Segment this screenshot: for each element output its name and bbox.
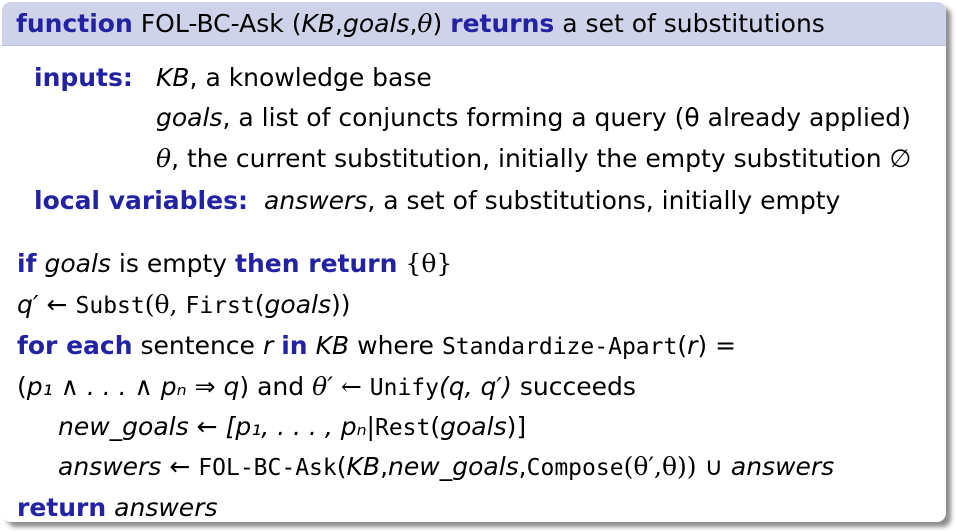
text-where: where	[357, 331, 434, 360]
input-goals: goals, a list of conjuncts forming a que…	[156, 103, 911, 133]
local-answers: answers, a set of substitutions, initial…	[264, 186, 840, 216]
var-theta: θ	[156, 144, 172, 173]
subst-args: (θ,	[144, 290, 178, 319]
comma: ,	[335, 9, 343, 38]
var-q-prime: q′	[17, 290, 39, 319]
var-r: r	[687, 331, 698, 360]
keyword-then-return: then return	[235, 249, 398, 278]
text-sentence: sentence	[140, 331, 255, 360]
fn-subst: Subst	[75, 293, 145, 319]
text-is-empty: is empty	[118, 249, 228, 278]
algorithm-box: function FOL-BC-Ask (KB, goals, θ) returns…	[2, 2, 946, 522]
paren-close: )	[432, 9, 443, 38]
comma: ,	[409, 9, 418, 38]
local-variables-label-line: local variables:	[34, 186, 248, 216]
theta-description: , the current substitution, initially th…	[171, 144, 912, 173]
paren-open: (	[291, 9, 302, 38]
function-name: FOL-BC-Ask	[140, 9, 284, 38]
code-line-1: if goals is empty then return {θ}	[17, 249, 452, 279]
param-theta: θ	[417, 9, 433, 38]
var-kb: KB	[315, 331, 350, 360]
goals-description: , a list of conjuncts forming a query (θ…	[222, 103, 911, 132]
comma: ,	[518, 452, 527, 481]
code-line-2: q′ ← Subst(θ, First(goals))	[17, 290, 351, 321]
paren-open: (	[17, 372, 27, 401]
code-line-7: return answers	[17, 493, 218, 522]
comma: ,	[380, 452, 389, 481]
code-line-5: new_goals ← [p₁, . . . , pₙ|Rest(goals)]	[58, 412, 526, 443]
var-answers: answers	[58, 452, 162, 481]
paren-close-equals: ) =	[697, 331, 737, 360]
var-goals: goals	[44, 249, 111, 278]
return-description: a set of substitutions	[562, 9, 825, 38]
input-kb: KB, a knowledge base	[156, 63, 432, 93]
var-new-goals: new_goals	[58, 412, 189, 441]
keyword-return: return	[17, 493, 107, 522]
paren-open: (	[677, 331, 688, 360]
keyword-returns: returns	[450, 9, 555, 38]
keyword-in: in	[281, 331, 308, 360]
var-answers: answers	[114, 493, 218, 522]
fn-unify: Unify	[369, 375, 440, 401]
inputs-label: inputs:	[34, 63, 133, 92]
fn-fol-bc-ask: FOL-BC-Ask	[198, 455, 337, 481]
var-kb: KB	[156, 63, 190, 92]
paren-open: (	[430, 412, 441, 441]
arrow: ←	[46, 290, 68, 319]
code-line-4: (p₁ ∧ . . . ∧ pₙ ⇒ q) and θ′ ← Unify(q, q′)…	[17, 372, 636, 403]
var-answers: answers	[730, 452, 835, 481]
var-r: r	[262, 331, 274, 360]
keyword-function: function	[16, 9, 133, 38]
var-kb: KB	[346, 452, 381, 481]
union-symbol: ∪	[704, 452, 723, 481]
theta-set: {θ}	[405, 249, 453, 278]
var-answers: answers	[264, 186, 368, 215]
fn-first: First	[185, 293, 255, 319]
input-theta: θ, the current substitution, initially t…	[156, 144, 911, 174]
unify-args: (q, q′)	[439, 372, 512, 401]
var-goals: goals	[156, 103, 223, 132]
param-kb: KB	[301, 9, 336, 38]
fn-compose: Compose	[526, 455, 624, 481]
implication-formula: p₁ ∧ . . . ∧ pₙ ⇒ q	[26, 372, 240, 401]
text-succeeds: succeeds	[519, 372, 636, 401]
list-p: [p₁, . . . , pₙ|	[225, 412, 375, 441]
compose-args: (θ′,θ))	[623, 452, 697, 481]
paren-close: )	[239, 372, 250, 401]
code-line-3: for each sentence r in KB where Standardize-Ap…	[17, 331, 736, 362]
local-variables-label: local variables:	[34, 186, 248, 215]
fn-rest: Rest	[374, 415, 431, 441]
var-goals: goals	[440, 412, 507, 441]
theta-prime-assign: θ′ ←	[312, 372, 362, 401]
arrow: ←	[169, 452, 191, 481]
var-new-goals: new_goals	[388, 452, 519, 481]
paren-close-bracket: )]	[506, 412, 527, 441]
arrow: ←	[196, 412, 218, 441]
keyword-for-each: for each	[17, 331, 133, 360]
text-and: and	[257, 372, 305, 401]
param-goals: goals	[342, 9, 410, 38]
paren-close: ))	[331, 290, 351, 319]
var-goals: goals	[264, 290, 331, 319]
paren-open: (	[336, 452, 347, 481]
answers-description: , a set of substitutions, initially empt…	[367, 186, 841, 215]
algorithm-header: function FOL-BC-Ask (KB, goals, θ) returns…	[2, 2, 946, 46]
kb-description: , a knowledge base	[189, 63, 432, 92]
code-line-6: answers ← FOL-BC-Ask(KB,new_goals,Compose(…	[58, 452, 834, 483]
fn-standardize-apart: Standardize-Apart	[441, 334, 678, 360]
inputs-line-kb: inputs:	[34, 63, 133, 93]
keyword-if: if	[17, 249, 37, 278]
paren-open: (	[254, 290, 265, 319]
